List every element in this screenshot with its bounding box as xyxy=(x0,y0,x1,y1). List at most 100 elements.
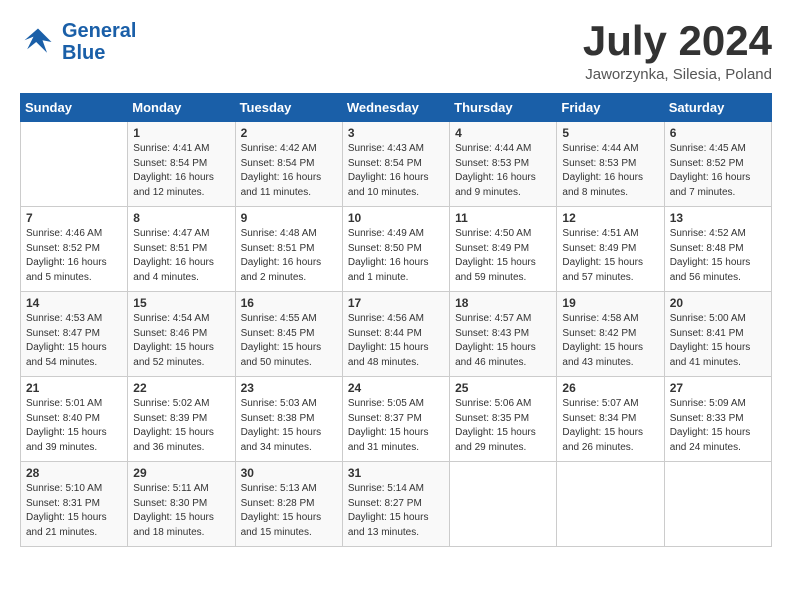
day-number: 14 xyxy=(26,296,122,310)
day-info: Sunrise: 4:57 AM Sunset: 8:43 PM Dayligh… xyxy=(455,312,551,370)
calendar-cell xyxy=(450,462,557,547)
weekday-header-row: SundayMondayTuesdayWednesdayThursdayFrid… xyxy=(21,94,772,122)
day-info: Sunrise: 4:44 AM Sunset: 8:53 PM Dayligh… xyxy=(562,142,658,200)
day-info: Sunrise: 5:06 AM Sunset: 8:35 PM Dayligh… xyxy=(455,397,551,455)
day-number: 15 xyxy=(133,296,229,310)
day-number: 2 xyxy=(241,126,337,140)
day-number: 10 xyxy=(348,211,444,225)
day-info: Sunrise: 5:02 AM Sunset: 8:39 PM Dayligh… xyxy=(133,397,229,455)
calendar-cell: 23 Sunrise: 5:03 AM Sunset: 8:38 PM Dayli… xyxy=(235,377,342,462)
calendar-cell: 18 Sunrise: 4:57 AM Sunset: 8:43 PM Dayli… xyxy=(450,292,557,377)
day-info: Sunrise: 4:52 AM Sunset: 8:48 PM Dayligh… xyxy=(670,227,766,285)
day-number: 11 xyxy=(455,211,551,225)
day-number: 20 xyxy=(670,296,766,310)
day-info: Sunrise: 4:53 AM Sunset: 8:47 PM Dayligh… xyxy=(26,312,122,370)
calendar-cell: 29Sunrise: 5:11 AM Sunset: 8:30 PM Dayli… xyxy=(128,462,235,547)
calendar-cell: 5 Sunrise: 4:44 AM Sunset: 8:53 PM Daylig… xyxy=(557,122,664,207)
calendar-table: SundayMondayTuesdayWednesdayThursdayFrid… xyxy=(20,93,772,547)
day-number: 24 xyxy=(348,381,444,395)
calendar-cell: 12 Sunrise: 4:51 AM Sunset: 8:49 PM Dayli… xyxy=(557,207,664,292)
calendar-cell: 20Sunrise: 5:00 AM Sunset: 8:41 PM Dayli… xyxy=(664,292,771,377)
day-info: Sunrise: 4:45 AM Sunset: 8:52 PM Dayligh… xyxy=(670,142,766,200)
day-info: Sunrise: 4:46 AM Sunset: 8:52 PM Dayligh… xyxy=(26,227,122,285)
calendar-cell: 13 Sunrise: 4:52 AM Sunset: 8:48 PM Dayli… xyxy=(664,207,771,292)
day-info: Sunrise: 4:58 AM Sunset: 8:42 PM Dayligh… xyxy=(562,312,658,370)
day-info: Sunrise: 5:05 AM Sunset: 8:37 PM Dayligh… xyxy=(348,397,444,455)
weekday-header: Tuesday xyxy=(235,94,342,122)
day-number: 5 xyxy=(562,126,658,140)
calendar-cell: 25 Sunrise: 5:06 AM Sunset: 8:35 PM Dayli… xyxy=(450,377,557,462)
calendar-cell: 8 Sunrise: 4:47 AM Sunset: 8:51 PM Daylig… xyxy=(128,207,235,292)
weekday-header: Wednesday xyxy=(342,94,449,122)
day-info: Sunrise: 4:54 AM Sunset: 8:46 PM Dayligh… xyxy=(133,312,229,370)
calendar-cell: 14 Sunrise: 4:53 AM Sunset: 8:47 PM Dayli… xyxy=(21,292,128,377)
calendar-cell: 4Sunrise: 4:44 AM Sunset: 8:53 PM Daylig… xyxy=(450,122,557,207)
day-info: Sunrise: 5:07 AM Sunset: 8:34 PM Dayligh… xyxy=(562,397,658,455)
day-number: 3 xyxy=(348,126,444,140)
calendar-week-row: 14 Sunrise: 4:53 AM Sunset: 8:47 PM Dayli… xyxy=(21,292,772,377)
day-info: Sunrise: 4:42 AM Sunset: 8:54 PM Dayligh… xyxy=(241,142,337,200)
day-info: Sunrise: 5:13 AM Sunset: 8:28 PM Dayligh… xyxy=(241,482,337,540)
day-number: 31 xyxy=(348,466,444,480)
day-number: 13 xyxy=(670,211,766,225)
weekday-header: Friday xyxy=(557,94,664,122)
logo-icon xyxy=(20,24,56,60)
day-number: 28 xyxy=(26,466,122,480)
calendar-cell: 30 Sunrise: 5:13 AM Sunset: 8:28 PM Dayli… xyxy=(235,462,342,547)
calendar-cell: 9Sunrise: 4:48 AM Sunset: 8:51 PM Daylig… xyxy=(235,207,342,292)
day-number: 21 xyxy=(26,381,122,395)
day-info: Sunrise: 4:44 AM Sunset: 8:53 PM Dayligh… xyxy=(455,142,551,200)
logo-text: General Blue xyxy=(62,20,136,64)
month-title: July 2024 xyxy=(583,20,772,62)
day-info: Sunrise: 5:09 AM Sunset: 8:33 PM Dayligh… xyxy=(670,397,766,455)
day-number: 29 xyxy=(133,466,229,480)
calendar-cell: 15 Sunrise: 4:54 AM Sunset: 8:46 PM Dayli… xyxy=(128,292,235,377)
calendar-cell xyxy=(557,462,664,547)
calendar-cell: 6 Sunrise: 4:45 AM Sunset: 8:52 PM Daylig… xyxy=(664,122,771,207)
day-number: 16 xyxy=(241,296,337,310)
weekday-header: Sunday xyxy=(21,94,128,122)
logo: General Blue xyxy=(20,20,136,64)
calendar-cell: 16 Sunrise: 4:55 AM Sunset: 8:45 PM Dayli… xyxy=(235,292,342,377)
day-info: Sunrise: 5:01 AM Sunset: 8:40 PM Dayligh… xyxy=(26,397,122,455)
calendar-cell: 28Sunrise: 5:10 AM Sunset: 8:31 PM Dayli… xyxy=(21,462,128,547)
page-header: General Blue July 2024 Jaworzynka, Siles… xyxy=(20,20,772,83)
day-number: 1 xyxy=(133,126,229,140)
day-info: Sunrise: 4:48 AM Sunset: 8:51 PM Dayligh… xyxy=(241,227,337,285)
calendar-cell xyxy=(21,122,128,207)
day-info: Sunrise: 4:43 AM Sunset: 8:54 PM Dayligh… xyxy=(348,142,444,200)
day-number: 18 xyxy=(455,296,551,310)
day-number: 7 xyxy=(26,211,122,225)
day-number: 12 xyxy=(562,211,658,225)
calendar-cell: 11Sunrise: 4:50 AM Sunset: 8:49 PM Dayli… xyxy=(450,207,557,292)
day-number: 19 xyxy=(562,296,658,310)
day-number: 22 xyxy=(133,381,229,395)
day-number: 6 xyxy=(670,126,766,140)
calendar-week-row: 28Sunrise: 5:10 AM Sunset: 8:31 PM Dayli… xyxy=(21,462,772,547)
location: Jaworzynka, Silesia, Poland xyxy=(583,66,772,83)
title-block: July 2024 Jaworzynka, Silesia, Poland xyxy=(583,20,772,83)
calendar-cell: 2 Sunrise: 4:42 AM Sunset: 8:54 PM Daylig… xyxy=(235,122,342,207)
day-info: Sunrise: 4:55 AM Sunset: 8:45 PM Dayligh… xyxy=(241,312,337,370)
day-info: Sunrise: 4:51 AM Sunset: 8:49 PM Dayligh… xyxy=(562,227,658,285)
calendar-cell: 27Sunrise: 5:09 AM Sunset: 8:33 PM Dayli… xyxy=(664,377,771,462)
day-info: Sunrise: 4:47 AM Sunset: 8:51 PM Dayligh… xyxy=(133,227,229,285)
day-info: Sunrise: 4:49 AM Sunset: 8:50 PM Dayligh… xyxy=(348,227,444,285)
weekday-header: Saturday xyxy=(664,94,771,122)
calendar-cell: 21 Sunrise: 5:01 AM Sunset: 8:40 PM Dayli… xyxy=(21,377,128,462)
calendar-cell: 26 Sunrise: 5:07 AM Sunset: 8:34 PM Dayli… xyxy=(557,377,664,462)
calendar-week-row: 21 Sunrise: 5:01 AM Sunset: 8:40 PM Dayli… xyxy=(21,377,772,462)
calendar-cell: 22 Sunrise: 5:02 AM Sunset: 8:39 PM Dayli… xyxy=(128,377,235,462)
calendar-week-row: 1Sunrise: 4:41 AM Sunset: 8:54 PM Daylig… xyxy=(21,122,772,207)
day-number: 26 xyxy=(562,381,658,395)
weekday-header: Thursday xyxy=(450,94,557,122)
day-number: 17 xyxy=(348,296,444,310)
day-info: Sunrise: 5:03 AM Sunset: 8:38 PM Dayligh… xyxy=(241,397,337,455)
calendar-cell: 17 Sunrise: 4:56 AM Sunset: 8:44 PM Dayli… xyxy=(342,292,449,377)
day-number: 23 xyxy=(241,381,337,395)
day-number: 30 xyxy=(241,466,337,480)
calendar-cell: 31Sunrise: 5:14 AM Sunset: 8:27 PM Dayli… xyxy=(342,462,449,547)
day-number: 8 xyxy=(133,211,229,225)
day-info: Sunrise: 4:56 AM Sunset: 8:44 PM Dayligh… xyxy=(348,312,444,370)
day-number: 25 xyxy=(455,381,551,395)
